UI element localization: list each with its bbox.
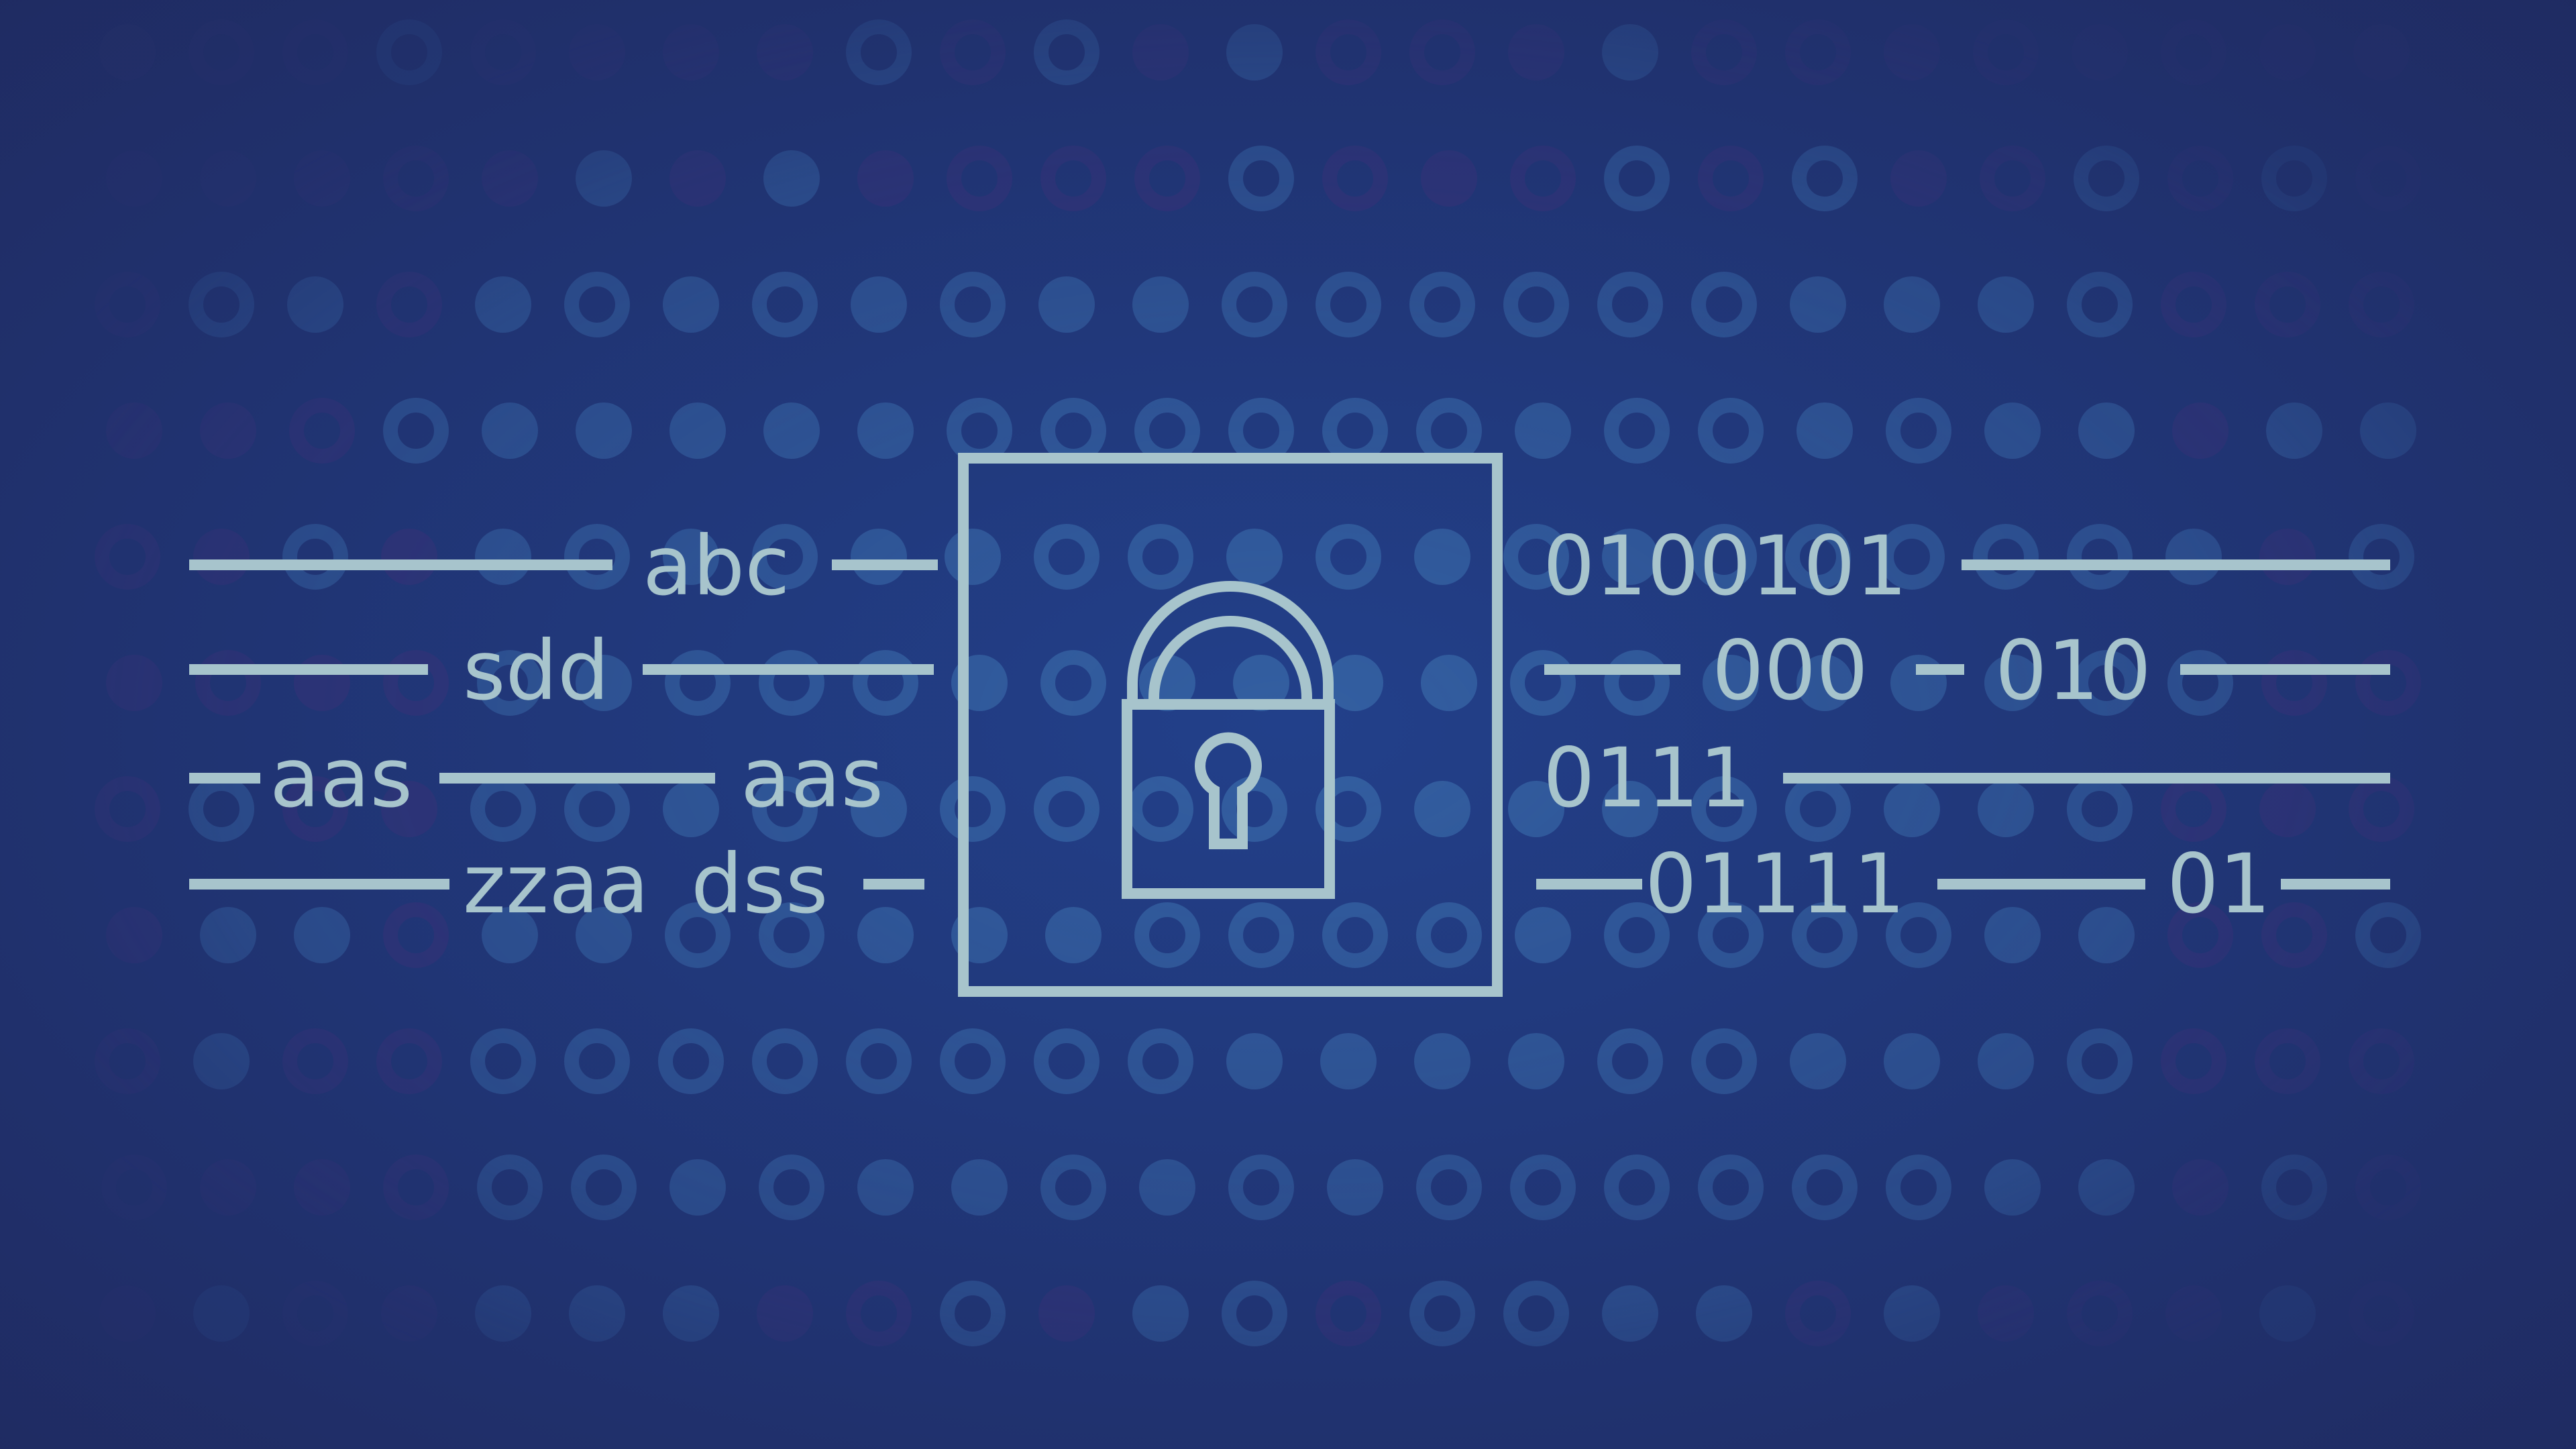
ciphertext-01: 01 [2167, 837, 2271, 932]
ciphertext-000: 000 [1712, 623, 1868, 718]
plaintext-sdd: sdd [463, 623, 609, 718]
padlock-shackle-outer [1127, 581, 1334, 704]
padlock-shackle-inner [1148, 616, 1312, 704]
lock-frame [958, 453, 1503, 997]
plaintext-zzaa: zzaa [463, 837, 649, 932]
plaintext-aas-2: aas [741, 731, 883, 826]
plaintext-aas-1: aas [270, 731, 413, 826]
ciphertext-010: 010 [1995, 623, 2151, 718]
ciphertext-0100101: 0100101 [1543, 519, 1907, 614]
ciphertext-0111: 0111 [1543, 731, 1751, 826]
plaintext-dss: dss [691, 837, 828, 932]
ciphertext-01111: 01111 [1645, 837, 1905, 932]
encryption-illustration: abc sdd aas aas zzaa dss 0100101 000 010… [189, 453, 2390, 997]
padlock-icon [1122, 581, 1335, 899]
keyhole-icon [1195, 732, 1262, 849]
plaintext-abc: abc [643, 519, 790, 614]
